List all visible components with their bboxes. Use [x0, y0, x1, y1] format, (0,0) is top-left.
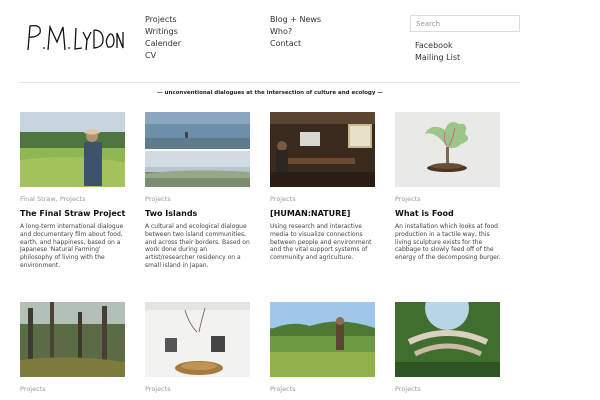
project-card: Projects	[20, 302, 126, 393]
project-category[interactable]: Projects	[395, 195, 501, 203]
nav-link-blog-news[interactable]: Blog + News	[270, 14, 321, 26]
header-divider	[20, 82, 520, 83]
main-nav-primary: Projects Writings Calender CV	[145, 14, 181, 62]
project-card: Projects	[270, 302, 376, 393]
project-title[interactable]: The Final Straw Project	[20, 209, 126, 218]
site-logo[interactable]	[24, 20, 124, 56]
project-card: Projects	[395, 302, 501, 393]
project-category[interactable]: Projects	[145, 195, 251, 203]
nav-link-writings[interactable]: Writings	[145, 26, 181, 38]
search-input[interactable]	[410, 15, 520, 32]
nav-link-cv[interactable]: CV	[145, 50, 181, 62]
project-category[interactable]: Projects	[270, 385, 376, 393]
social-nav: Facebook Mailing List	[415, 40, 460, 64]
project-category[interactable]: Projects	[20, 385, 126, 393]
project-card: Final Straw, Projects The Final Straw Pr…	[20, 112, 126, 270]
nav-link-contact[interactable]: Contact	[270, 38, 321, 50]
project-thumbnail-human-nature[interactable]	[270, 112, 375, 187]
project-card: Projects	[145, 302, 251, 393]
project-description: Using research and interactive media to …	[270, 223, 372, 262]
project-category[interactable]: Projects	[395, 385, 501, 393]
project-card: Projects [HUMAN:NATURE] Using research a…	[270, 112, 376, 262]
nav-link-projects[interactable]: Projects	[145, 14, 181, 26]
nav-link-calender[interactable]: Calender	[145, 38, 181, 50]
project-category[interactable]: Projects	[145, 385, 251, 393]
nav-link-mailing-list[interactable]: Mailing List	[415, 52, 460, 64]
project-thumbnail-two-islands[interactable]	[145, 112, 250, 187]
project-category[interactable]: Projects	[270, 195, 376, 203]
project-description: A cultural and ecological dialogue betwe…	[145, 223, 250, 269]
nav-link-facebook[interactable]: Facebook	[415, 40, 460, 52]
project-thumbnail-what-is-food[interactable]	[395, 112, 500, 187]
project-thumbnail[interactable]	[20, 302, 125, 377]
project-card: Projects What is Food An installation wh…	[395, 112, 501, 262]
logo-signature	[27, 24, 124, 51]
project-description: An installation which looks at food prod…	[395, 223, 501, 262]
main-nav-secondary: Blog + News Who? Contact	[270, 14, 321, 50]
project-title[interactable]: [HUMAN:NATURE]	[270, 209, 376, 218]
project-description: A long-term international dialogue and d…	[20, 223, 124, 269]
project-title[interactable]: What is Food	[395, 209, 501, 218]
project-thumbnail[interactable]	[270, 302, 375, 377]
project-category[interactable]: Final Straw, Projects	[20, 195, 126, 203]
project-title[interactable]: Two Islands	[145, 209, 251, 218]
project-card: Projects Two Islands A cultural and ecol…	[145, 112, 251, 270]
project-thumbnail[interactable]	[395, 302, 500, 377]
project-thumbnail[interactable]	[145, 302, 250, 377]
project-thumbnail-final-straw[interactable]	[20, 112, 125, 187]
nav-link-who[interactable]: Who?	[270, 26, 321, 38]
site-tagline: — unconventional dialogues at the inters…	[157, 90, 383, 96]
